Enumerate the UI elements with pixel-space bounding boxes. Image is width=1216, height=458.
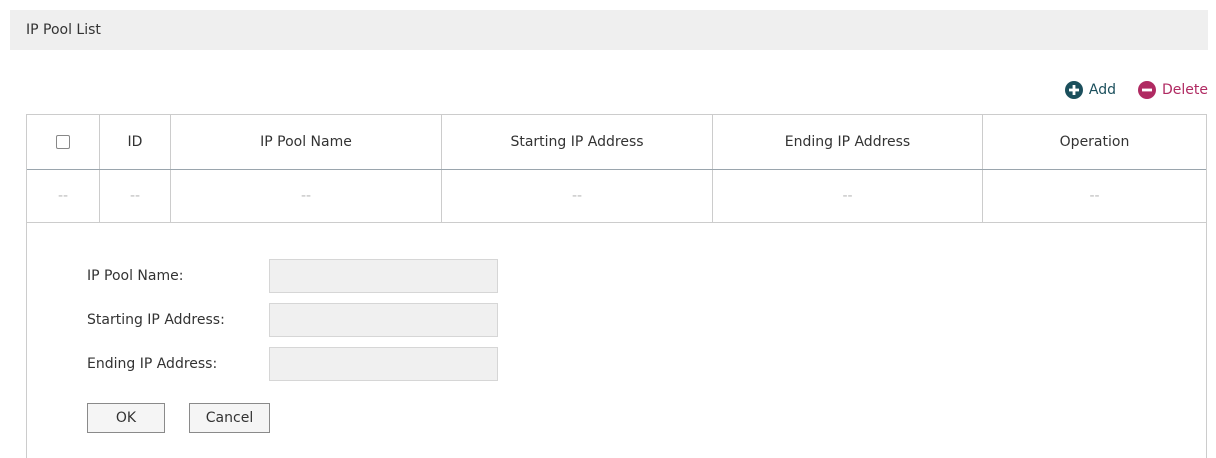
ip-pool-name-input[interactable] [269,259,498,293]
plus-circle-icon [1064,81,1083,99]
starting-ip-row: Starting IP Address: [87,302,498,338]
ending-ip-row: Ending IP Address: [87,346,498,382]
ip-pool-name-row: IP Pool Name: [87,258,498,294]
table-toolbar: Add Delete [1064,80,1208,100]
starting-ip-label: Starting IP Address: [87,312,225,328]
header-select-all-cell [27,115,100,169]
column-header-ending-ip[interactable]: Ending IP Address [713,115,983,169]
column-header-id[interactable]: ID [100,115,171,169]
section-title: IP Pool List [26,22,101,38]
row-select-cell: -- [27,170,100,222]
row-end-cell: -- [713,170,983,222]
add-label: Add [1088,82,1116,98]
row-name-cell: -- [171,170,442,222]
ending-ip-label: Ending IP Address: [87,356,218,372]
ip-pool-table: ID IP Pool Name Starting IP Address Endi… [26,114,1207,458]
starting-ip-input[interactable] [269,303,498,337]
delete-button[interactable]: Delete [1138,81,1208,99]
cancel-button[interactable]: Cancel [189,403,270,433]
column-header-operation: Operation [1059,134,1130,150]
row-id-cell: -- [100,170,171,222]
minus-circle-icon [1138,81,1156,99]
row-operation-cell: -- [1089,188,1100,204]
ip-pool-edit-form: IP Pool Name: Starting IP Address: Endin… [27,223,1206,458]
add-button[interactable]: Add [1064,81,1116,99]
table-row: -- -- -- -- -- -- [27,170,1206,223]
column-header-starting-ip[interactable]: Starting IP Address [442,115,713,169]
table-header-row: ID IP Pool Name Starting IP Address Endi… [27,114,1206,170]
row-start-cell: -- [442,170,713,222]
column-header-ip-pool-name[interactable]: IP Pool Name [171,115,442,169]
ok-button[interactable]: OK [87,403,165,433]
form-buttons: OK Cancel [87,403,270,433]
ending-ip-input[interactable] [269,347,498,381]
delete-label: Delete [1162,82,1208,98]
select-all-checkbox[interactable] [56,135,70,149]
ip-pool-name-label: IP Pool Name: [87,268,184,284]
section-header: IP Pool List [10,10,1208,50]
